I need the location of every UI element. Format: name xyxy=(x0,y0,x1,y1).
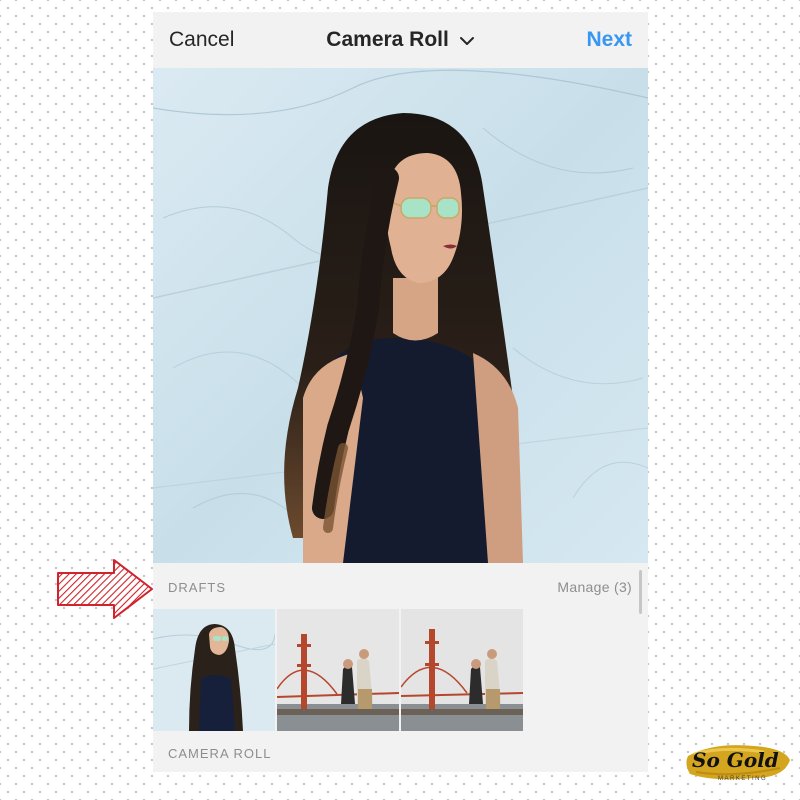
red-arrow-icon xyxy=(56,558,156,620)
chevron-down-icon xyxy=(459,28,475,52)
album-title: Camera Roll xyxy=(326,28,449,51)
camera-roll-label: CAMERA ROLL xyxy=(168,746,272,761)
drafts-header: DRAFTS Manage (3) xyxy=(153,563,648,609)
manage-drafts-button[interactable]: Manage (3) xyxy=(557,579,632,595)
album-selector[interactable]: Camera Roll xyxy=(153,28,648,52)
drafts-scrollbar[interactable] xyxy=(639,570,642,614)
next-button[interactable]: Next xyxy=(586,28,632,52)
drafts-label: DRAFTS xyxy=(168,580,226,595)
draft-thumbnail[interactable] xyxy=(153,609,275,731)
photo-picker-screen: Cancel Camera Roll Next DRAFTS Manage (3… xyxy=(153,12,648,772)
so-gold-logo: So Gold MARKETING xyxy=(684,738,794,796)
logo-subtext: MARKETING xyxy=(718,776,768,782)
logo-text: So Gold xyxy=(692,748,779,772)
draft-thumbnail[interactable] xyxy=(401,609,523,731)
draft-thumbnail[interactable] xyxy=(277,609,399,731)
selected-photo-preview[interactable] xyxy=(153,68,648,563)
drafts-thumbnail-row xyxy=(153,609,648,731)
top-nav-bar: Cancel Camera Roll Next xyxy=(153,12,648,68)
camera-roll-header: CAMERA ROLL xyxy=(153,732,648,772)
